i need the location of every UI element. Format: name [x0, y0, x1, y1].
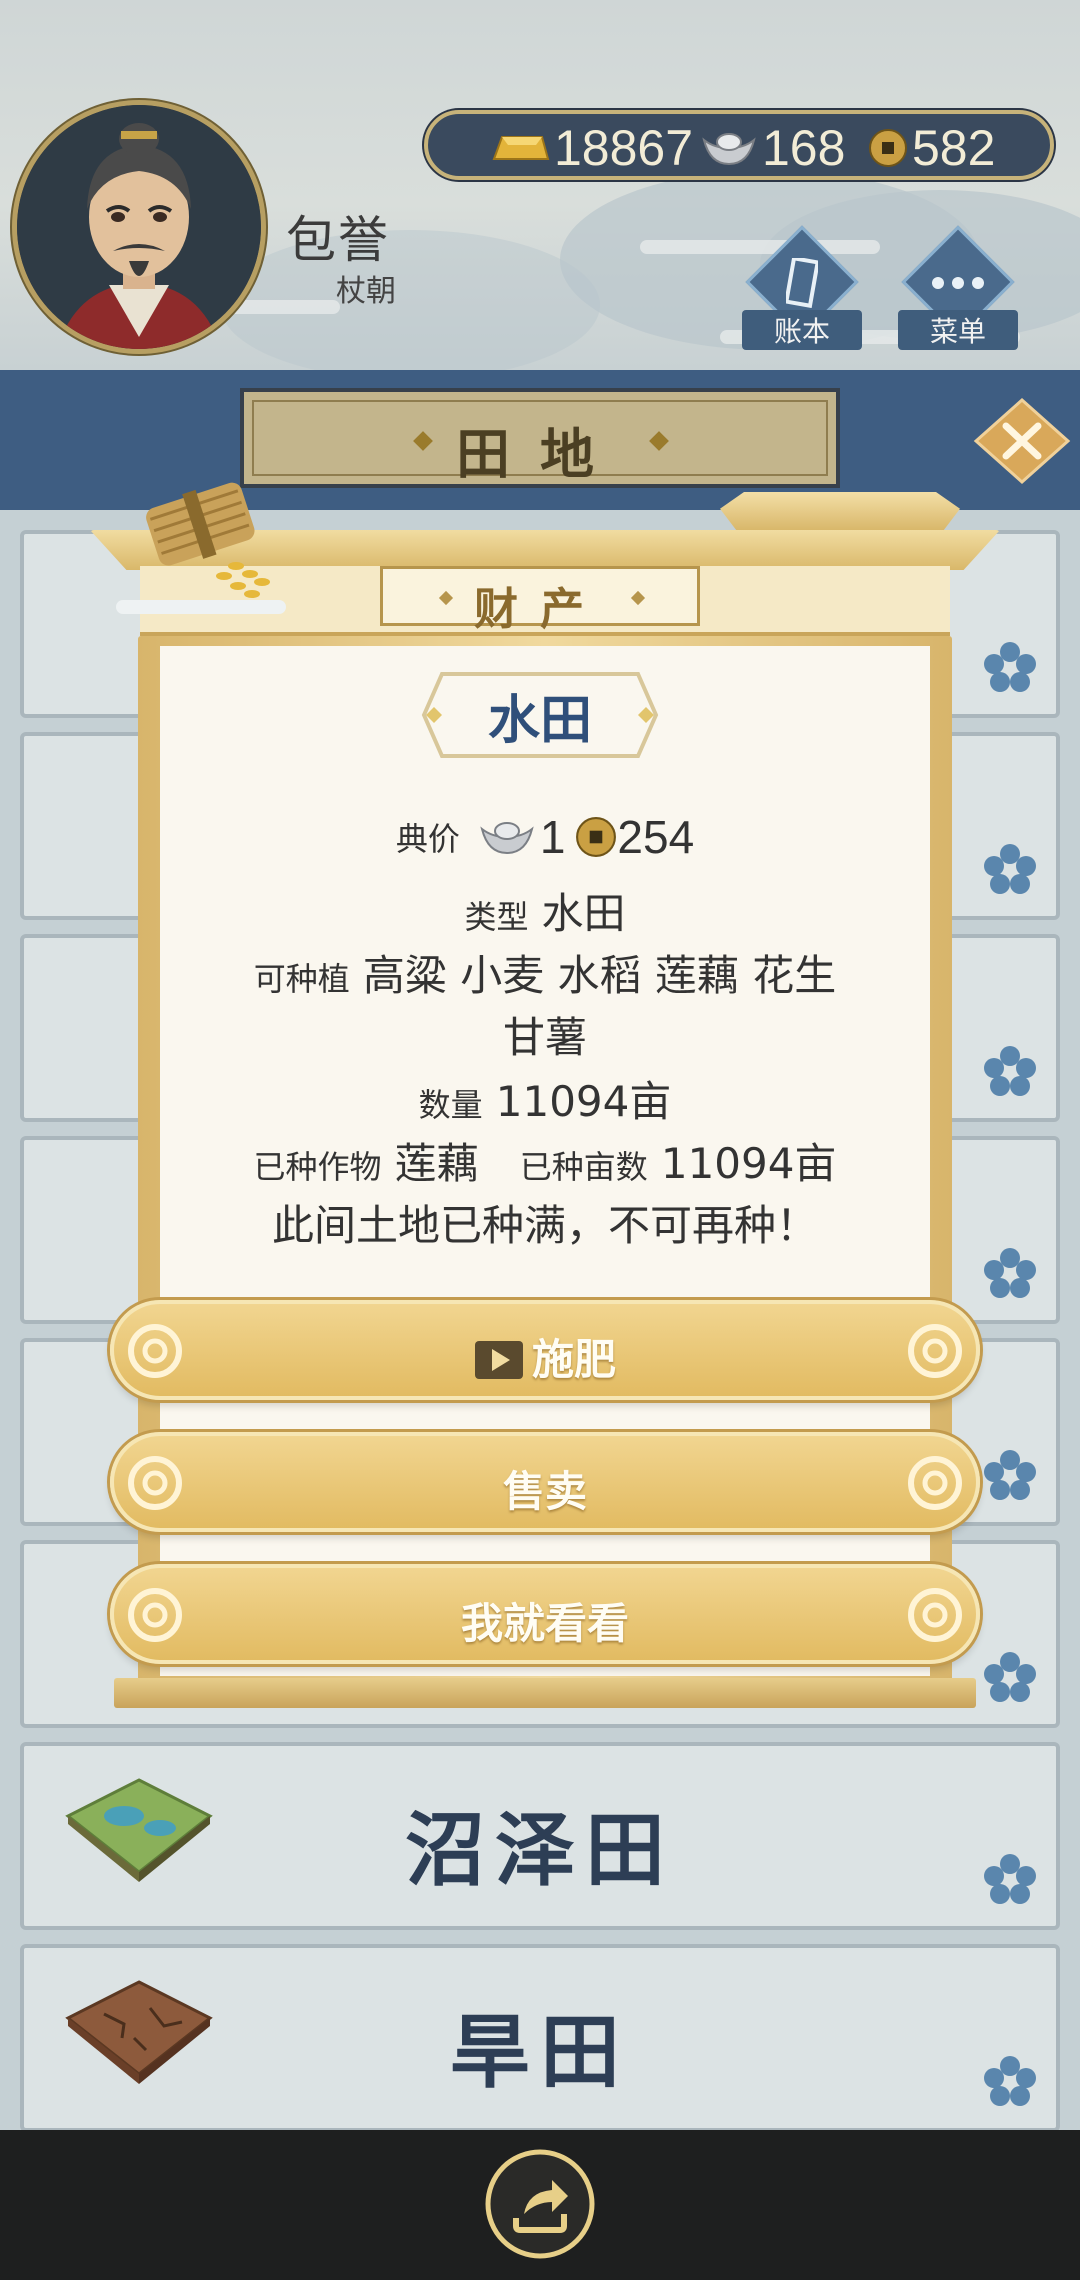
price-silver: 1 — [539, 811, 566, 863]
notice-text: 此间土地已种满，不可再种！ — [271, 1201, 818, 1250]
property-dialog: 财产 水田 典价 1 254 类型 水田 可种植 高粱 小麦 水稻 莲藕 花生 … — [90, 470, 1000, 1710]
copper-coin-icon — [869, 129, 907, 167]
plantable-row-continued: 甘薯 — [502, 1013, 587, 1062]
more-dots-icon — [932, 277, 984, 289]
field-name-dry: 旱田 — [450, 2006, 630, 2099]
player-age-title: 杖朝 — [336, 274, 396, 309]
land-name: 水田 — [487, 691, 592, 751]
currency-bar: 18867 168 582 — [424, 110, 1054, 180]
silver-amount: 168 — [700, 120, 845, 176]
book-icon — [786, 258, 818, 308]
just-look-button[interactable]: 我就看看 — [110, 1564, 980, 1664]
land-name-tag: 水田 — [420, 670, 660, 760]
sell-button[interactable]: 售卖 — [110, 1432, 980, 1532]
player-name: 包誉 — [286, 211, 390, 269]
fertilize-label: 施肥 — [531, 1335, 616, 1384]
silver-ingot-icon — [702, 133, 756, 166]
video-play-icon — [474, 1341, 523, 1379]
rice-straw-icon — [116, 482, 286, 614]
field-card-swamp[interactable]: 沼泽田 — [20, 1742, 1060, 1930]
price-coin: 254 — [617, 811, 695, 863]
coin-amount: 582 — [868, 120, 995, 176]
quantity-row: 数量 11094亩 — [418, 1077, 672, 1126]
flower-icon — [984, 1854, 1036, 1904]
dialog-title: 财产 — [474, 584, 606, 635]
type-row: 类型 水田 — [464, 889, 626, 938]
sell-label: 售卖 — [502, 1467, 587, 1516]
gold-amount: 18867 — [488, 120, 693, 176]
silver-ingot-icon — [480, 822, 534, 855]
share-icon[interactable] — [484, 2148, 596, 2260]
fertilize-button[interactable]: 施肥 — [110, 1300, 980, 1400]
ledger-button[interactable]: 账本 — [742, 225, 862, 362]
field-card-dry[interactable]: 旱田 — [20, 1944, 1060, 2132]
gold-ingot-icon — [492, 136, 550, 160]
menu-button[interactable]: 菜单 — [898, 225, 1018, 362]
copper-coin-icon — [576, 817, 617, 857]
just-look-label: 我就看看 — [460, 1599, 629, 1648]
planted-row: 已种作物 莲藕 已种亩数 11094亩 — [253, 1139, 837, 1188]
price-row: 典价 1 254 — [395, 811, 695, 863]
field-name-swamp: 沼泽田 — [405, 1804, 675, 1897]
dialog-header: 财产 — [380, 566, 700, 635]
flower-icon — [984, 2056, 1036, 2106]
plantable-row: 可种植 高粱 小麦 水稻 莲藕 花生 — [253, 951, 837, 1000]
player-avatar[interactable] — [12, 100, 266, 354]
